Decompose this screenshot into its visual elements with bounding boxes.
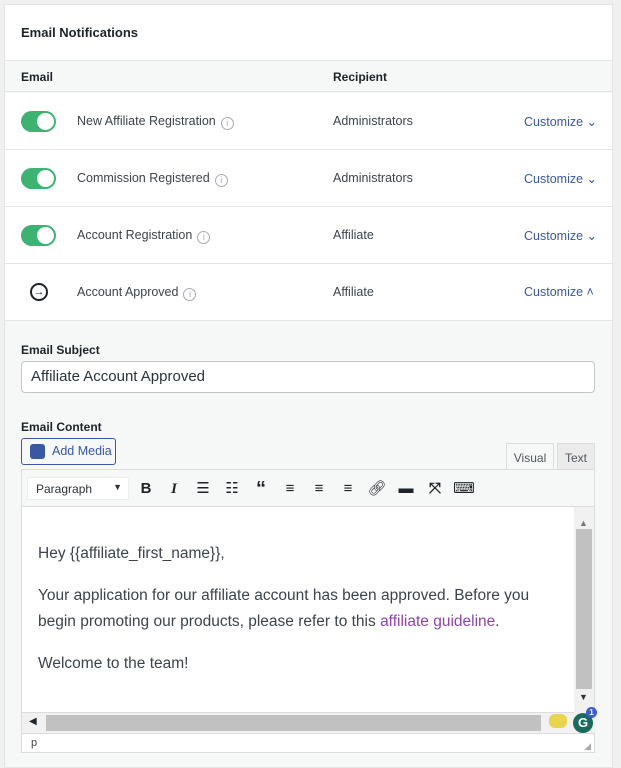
content-closing: Welcome to the team! — [38, 655, 189, 672]
info-icon: i — [220, 117, 234, 130]
fullscreen-icon[interactable]: ⤧ — [424, 478, 446, 500]
content-paragraph: Your application for our affiliate accou… — [38, 587, 530, 630]
recipient: Administrators — [333, 171, 413, 185]
customize-link[interactable]: Customize ⌄ — [524, 228, 597, 243]
table-row: New Affiliate Registration i Administrato… — [5, 93, 612, 150]
email-notifications-panel: Email Notifications Email Recipient New … — [4, 4, 613, 768]
content-greeting: Hey {{affiliate_first_name}}, — [38, 545, 225, 562]
link-icon[interactable]: 🔗︎ — [366, 478, 388, 500]
align-right-icon[interactable]: ≡ — [337, 478, 359, 500]
recipient: Affiliate — [333, 228, 374, 242]
info-icon: i — [197, 231, 211, 244]
email-subject-label: Email Subject — [21, 343, 100, 357]
email-name: Account Registration i — [77, 228, 211, 244]
media-icon — [30, 444, 45, 459]
column-email: Email — [21, 70, 54, 84]
recipient: Affiliate — [333, 285, 374, 299]
enable-toggle[interactable] — [21, 168, 56, 189]
customize-link[interactable]: Customize ⌄ — [524, 171, 597, 186]
affiliate-guideline-link[interactable]: affiliate guideline — [380, 613, 495, 630]
italic-icon[interactable]: I — [163, 478, 185, 500]
align-left-icon[interactable]: ≡ — [279, 478, 301, 500]
resize-handle-icon[interactable]: ◢ — [584, 741, 591, 752]
email-content-label: Email Content — [21, 420, 102, 434]
element-path[interactable]: p — [31, 737, 37, 749]
editor-toolbar: Paragraph ▼ B I ☰ ☷ “ ≡ ≡ ≡ 🔗︎ ▬ ⤧ ⌨ — [21, 469, 595, 507]
customize-link[interactable]: Customize ⌄ — [524, 114, 597, 129]
grammarly-icon[interactable]: G1 — [573, 707, 597, 733]
align-center-icon[interactable]: ≡ — [308, 478, 330, 500]
chevron-up-icon: ˄ — [586, 285, 594, 299]
table-row: → Account Approved i Affiliate Customize … — [5, 264, 612, 321]
email-content-editor[interactable]: Hey {{affiliate_first_name}}, Your appli… — [21, 507, 595, 713]
email-name: Account Approved i — [77, 285, 197, 301]
email-name: New Affiliate Registration i — [77, 114, 234, 130]
blockquote-icon[interactable]: “ — [250, 478, 272, 500]
chevron-down-icon: ⌄ — [586, 115, 598, 129]
chevron-down-icon: ⌄ — [586, 229, 598, 243]
table-row: Account Registration i Affiliate Customiz… — [5, 207, 612, 264]
grammarly-badge: 1 — [586, 707, 597, 718]
read-more-icon[interactable]: ▬ — [395, 478, 417, 500]
customize-link[interactable]: Customize ˄ — [524, 285, 594, 299]
recipient: Administrators — [333, 114, 413, 128]
bullet-list-icon[interactable]: ☰ — [192, 478, 214, 500]
enable-toggle[interactable] — [21, 225, 56, 246]
toolbar-toggle-icon[interactable]: ⌨ — [453, 478, 475, 500]
horizontal-scrollbar[interactable]: ◀ G1 — [21, 707, 597, 733]
scroll-left-icon: ◀ — [29, 716, 37, 727]
tab-text[interactable]: Text — [557, 443, 595, 470]
arrow-right-circle-icon: → — [30, 283, 48, 301]
add-media-button[interactable]: Add Media — [21, 438, 116, 465]
emoji-extension-icon[interactable] — [549, 714, 567, 728]
tab-visual[interactable]: Visual — [506, 443, 554, 470]
email-name: Commission Registered i — [77, 171, 228, 187]
editor-status-bar: p ◢ — [21, 733, 595, 753]
table-row: Commission Registered i Administrators Cu… — [5, 150, 612, 207]
enable-toggle[interactable] — [21, 111, 56, 132]
section-title: Email Notifications — [21, 25, 139, 40]
email-subject-input[interactable]: Affiliate Account Approved — [21, 361, 595, 393]
column-recipient: Recipient — [333, 70, 388, 84]
info-icon: i — [183, 288, 197, 301]
chevron-down-icon: ⌄ — [586, 172, 598, 186]
vertical-scrollbar[interactable]: ▲ ▼ — [574, 507, 594, 713]
panel-header: Email Notifications — [5, 5, 612, 61]
scroll-down-icon: ▼ — [579, 692, 588, 702]
format-select[interactable]: Paragraph ▼ — [27, 477, 129, 500]
info-icon: i — [214, 174, 228, 187]
bold-icon[interactable]: B — [135, 478, 157, 500]
table-header: Email Recipient — [5, 62, 612, 92]
numbered-list-icon[interactable]: ☷ — [221, 478, 243, 500]
